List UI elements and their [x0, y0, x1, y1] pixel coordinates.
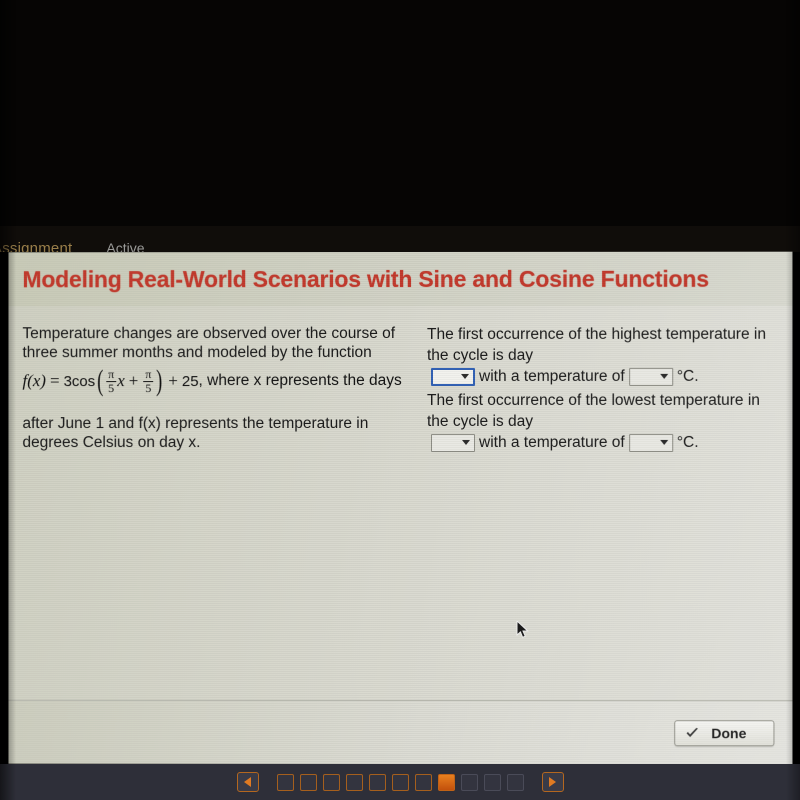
problem-statement-column: Temperature changes are observed over th… [8, 306, 423, 700]
question-highest-text-2: with a temperature of [479, 366, 625, 387]
lesson-page: Modeling Real-World Scenarios with Sine … [8, 252, 792, 765]
pager-box-5[interactable] [369, 774, 386, 791]
pager-box-6[interactable] [392, 774, 409, 791]
question-highest-line: The first occurrence of the highest temp… [427, 324, 778, 387]
question-block-lowest: The first occurrence of the lowest tempe… [427, 390, 778, 453]
fraction-1-denominator: 5 [106, 382, 116, 395]
formula-coefficient: 3cos [64, 373, 96, 390]
formula-lhs: f(x) [22, 371, 46, 391]
dropdown-highest-temperature[interactable] [629, 367, 673, 385]
dropdown-lowest-day[interactable] [431, 433, 475, 451]
pager-box-9[interactable] [461, 774, 478, 791]
formula-outer-plus: + [168, 371, 178, 391]
checkmark-icon [685, 726, 699, 740]
question-highest-text-3: °C. [677, 366, 699, 387]
pager-box-10[interactable] [484, 774, 501, 791]
pager-box-4[interactable] [346, 774, 363, 791]
pager-box-7[interactable] [415, 774, 432, 791]
fraction-2-denominator: 5 [143, 382, 153, 395]
fraction-2-numerator: π [143, 368, 153, 381]
fraction-1-numerator: π [106, 368, 116, 381]
question-lowest-text-1: The first occurrence of the lowest tempe… [427, 390, 778, 432]
lesson-footer: Done [8, 700, 792, 765]
triangle-right-icon [549, 777, 556, 787]
question-highest-text-1: The first occurrence of the highest temp… [427, 324, 778, 366]
question-lowest-text-2: with a temperature of [479, 432, 625, 453]
formula-inner-plus: + [129, 371, 139, 391]
screenshot-root: Assignment Active Modeling Real-World Sc… [0, 0, 800, 800]
dropdown-lowest-temperature[interactable] [629, 433, 673, 451]
formula-variable: x [117, 371, 125, 391]
done-button[interactable]: Done [674, 720, 774, 746]
top-dark-region: Assignment Active [0, 0, 800, 252]
page-title: Modeling Real-World Scenarios with Sine … [22, 265, 708, 292]
nav-item-assignment[interactable]: Assignment [0, 240, 72, 253]
chevron-down-icon [462, 440, 470, 445]
dropdown-highest-day[interactable] [431, 367, 475, 385]
lesson-body: Temperature changes are observed over th… [8, 306, 792, 700]
formula-equals: = [50, 371, 60, 391]
pager-prev-button[interactable] [237, 772, 259, 792]
function-formula: f(x) = 3cos ( π 5 x + π 5) + 25 , where… [22, 368, 409, 394]
question-lowest-text-3: °C. [677, 432, 699, 453]
problem-paragraph-2: after June 1 and f(x) represents the tem… [22, 414, 409, 452]
pager-box-3[interactable] [323, 774, 340, 791]
pager-next-button[interactable] [542, 772, 564, 792]
pagination-bar [0, 764, 800, 800]
chevron-down-icon [660, 374, 668, 379]
chevron-down-icon [660, 440, 668, 445]
top-navigation-bar: Assignment Active [0, 226, 800, 252]
formula-constant: 25 [182, 373, 199, 390]
problem-paragraph-1: Temperature changes are observed over th… [22, 324, 409, 362]
done-button-label: Done [711, 725, 746, 741]
formula-fraction-2: π 5 [143, 368, 153, 394]
lesson-header: Modeling Real-World Scenarios with Sine … [8, 252, 792, 307]
nav-item-active[interactable]: Active [106, 240, 144, 253]
chevron-down-icon [461, 374, 469, 379]
pager-box-2[interactable] [300, 774, 317, 791]
question-lowest-line: The first occurrence of the lowest tempe… [427, 390, 778, 453]
triangle-left-icon [244, 777, 251, 787]
question-block-highest: The first occurrence of the highest temp… [427, 324, 778, 387]
pager-box-8-active[interactable] [438, 774, 455, 791]
answer-column: The first occurrence of the highest temp… [423, 306, 792, 700]
pager-box-11[interactable] [507, 774, 524, 791]
formula-trailing-text: , where x represents the days [199, 372, 402, 390]
pager-box-1[interactable] [277, 774, 294, 791]
formula-fraction-1: π 5 [106, 368, 116, 394]
